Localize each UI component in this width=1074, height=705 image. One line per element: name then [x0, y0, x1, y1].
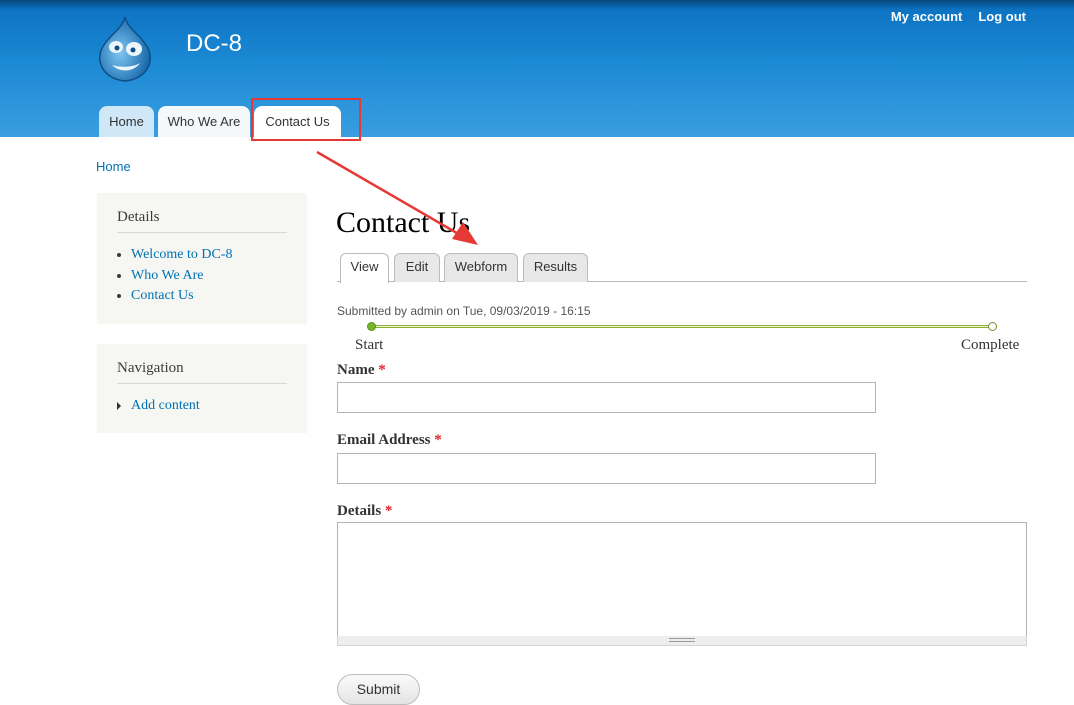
sidebar-item-who-we-are[interactable]: Who We Are	[117, 266, 287, 287]
email-field[interactable]	[337, 453, 876, 484]
progress-end-label: Complete	[961, 337, 1020, 353]
tab-edit[interactable]: Edit	[394, 253, 440, 282]
details-label-text: Details	[337, 503, 382, 519]
name-label: Name *	[337, 362, 386, 379]
site-header: DC-8 My account Log out Home Who We Are …	[0, 0, 1074, 137]
required-marker: *	[384, 503, 393, 519]
collapsed-arrow-icon	[117, 402, 121, 410]
breadcrumb-home-link[interactable]: Home	[96, 159, 131, 174]
email-label: Email Address *	[337, 432, 442, 449]
block-title-details: Details	[117, 209, 287, 233]
main-menu-home[interactable]: Home	[99, 106, 154, 137]
details-menu: Welcome to DC-8 Who We Are Contact Us	[117, 245, 287, 307]
sidebar-item-add-content[interactable]: Add content	[117, 396, 287, 417]
submitted-info: Submitted by admin on Tue, 09/03/2019 - …	[337, 304, 591, 318]
required-marker: *	[378, 362, 386, 378]
log-out-link[interactable]: Log out	[978, 9, 1026, 24]
name-field[interactable]	[337, 382, 876, 413]
details-textarea[interactable]	[337, 522, 1027, 637]
site-name[interactable]: DC-8	[186, 30, 242, 58]
submit-button[interactable]: Submit	[337, 674, 420, 705]
tab-view[interactable]: View	[340, 253, 389, 283]
secondary-menu: My account Log out	[891, 9, 1026, 24]
required-marker: *	[434, 432, 442, 448]
tab-webform[interactable]: Webform	[444, 253, 518, 282]
block-title-navigation: Navigation	[117, 360, 287, 384]
breadcrumb: Home	[96, 159, 131, 174]
textarea-grippie[interactable]	[337, 636, 1027, 646]
progress-start-label: Start	[355, 337, 384, 353]
email-label-text: Email Address	[337, 432, 431, 448]
name-label-text: Name	[337, 362, 375, 378]
progress-end-dot-icon	[988, 322, 997, 331]
sidebar-block-navigation: Navigation Add content	[97, 344, 307, 433]
sidebar-item-contact-us[interactable]: Contact Us	[117, 286, 287, 307]
page-title: Contact Us	[336, 206, 471, 239]
details-label: Details *	[337, 503, 392, 520]
drupal-logo-icon[interactable]	[94, 15, 156, 83]
grippie-icon	[669, 638, 695, 642]
local-tabs: View Edit Webform Results	[337, 252, 1027, 283]
sidebar-block-details: Details Welcome to DC-8 Who We Are Conta…	[97, 193, 307, 324]
my-account-link[interactable]: My account	[891, 9, 963, 24]
progress-start-dot-icon	[367, 322, 376, 331]
main-menu-who-we-are[interactable]: Who We Are	[158, 106, 250, 137]
webform-progress-bar	[371, 325, 993, 328]
sidebar-item-add-content-label: Add content	[131, 398, 200, 413]
annotation-highlight-box	[251, 98, 361, 141]
tab-results[interactable]: Results	[523, 253, 588, 282]
navigation-menu: Add content	[117, 396, 287, 417]
sidebar-item-welcome[interactable]: Welcome to DC-8	[117, 245, 287, 266]
